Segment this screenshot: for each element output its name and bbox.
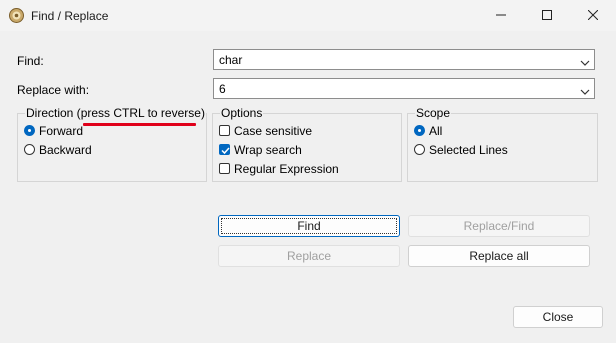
radio-scope-all[interactable] (414, 125, 425, 136)
radio-backward[interactable] (24, 144, 35, 155)
wrap-search-label[interactable]: Wrap search (234, 143, 302, 157)
direction-title-prefix: Direction ( (26, 106, 81, 120)
checkmark-icon (221, 147, 230, 155)
regular-expression-label[interactable]: Regular Expression (234, 162, 339, 176)
chevron-down-icon[interactable] (580, 85, 590, 95)
replace-value[interactable]: 6 (219, 82, 226, 96)
radio-scope-selected-lines[interactable] (414, 144, 425, 155)
close-icon (587, 9, 599, 23)
replace-combobox[interactable]: 6 (213, 78, 595, 99)
wrap-search-checkbox[interactable] (219, 144, 230, 155)
title-bar: Find / Replace (0, 0, 616, 31)
options-group-title: Options (220, 106, 264, 120)
chevron-down-icon[interactable] (580, 56, 590, 66)
direction-title-hint: press CTRL to reverse (80, 106, 201, 120)
radio-scope-selected-lines-label[interactable]: Selected Lines (429, 143, 508, 157)
find-combobox[interactable]: char (213, 49, 595, 70)
close-button[interactable]: Close (513, 306, 603, 328)
maximize-button[interactable] (524, 0, 570, 31)
minimize-icon (496, 9, 506, 23)
radio-forward[interactable] (24, 125, 35, 136)
replace-label: Replace with: (17, 83, 90, 97)
direction-title-suffix: ) (200, 106, 205, 120)
direction-group-title: Direction (press CTRL to reverse) (25, 106, 206, 120)
case-sensitive-checkbox[interactable] (219, 125, 230, 136)
close-window-button[interactable] (570, 0, 616, 31)
radio-backward-label[interactable]: Backward (39, 143, 92, 157)
regular-expression-checkbox[interactable] (219, 163, 230, 174)
radio-scope-all-label[interactable]: All (429, 124, 442, 138)
app-icon (9, 8, 24, 23)
scope-group-title: Scope (415, 106, 452, 120)
replace-all-button[interactable]: Replace all (408, 245, 590, 267)
find-button[interactable]: Find (218, 215, 400, 237)
maximize-icon (542, 9, 552, 23)
find-label: Find: (17, 54, 44, 68)
replace-find-button[interactable]: Replace/Find (408, 215, 590, 237)
minimize-button[interactable] (478, 0, 524, 31)
radio-forward-label[interactable]: Forward (39, 124, 83, 138)
replace-button[interactable]: Replace (218, 245, 400, 267)
case-sensitive-label[interactable]: Case sensitive (234, 124, 312, 138)
find-value[interactable]: char (219, 53, 242, 67)
annotation-underline (83, 123, 196, 126)
window-title: Find / Replace (31, 9, 109, 23)
